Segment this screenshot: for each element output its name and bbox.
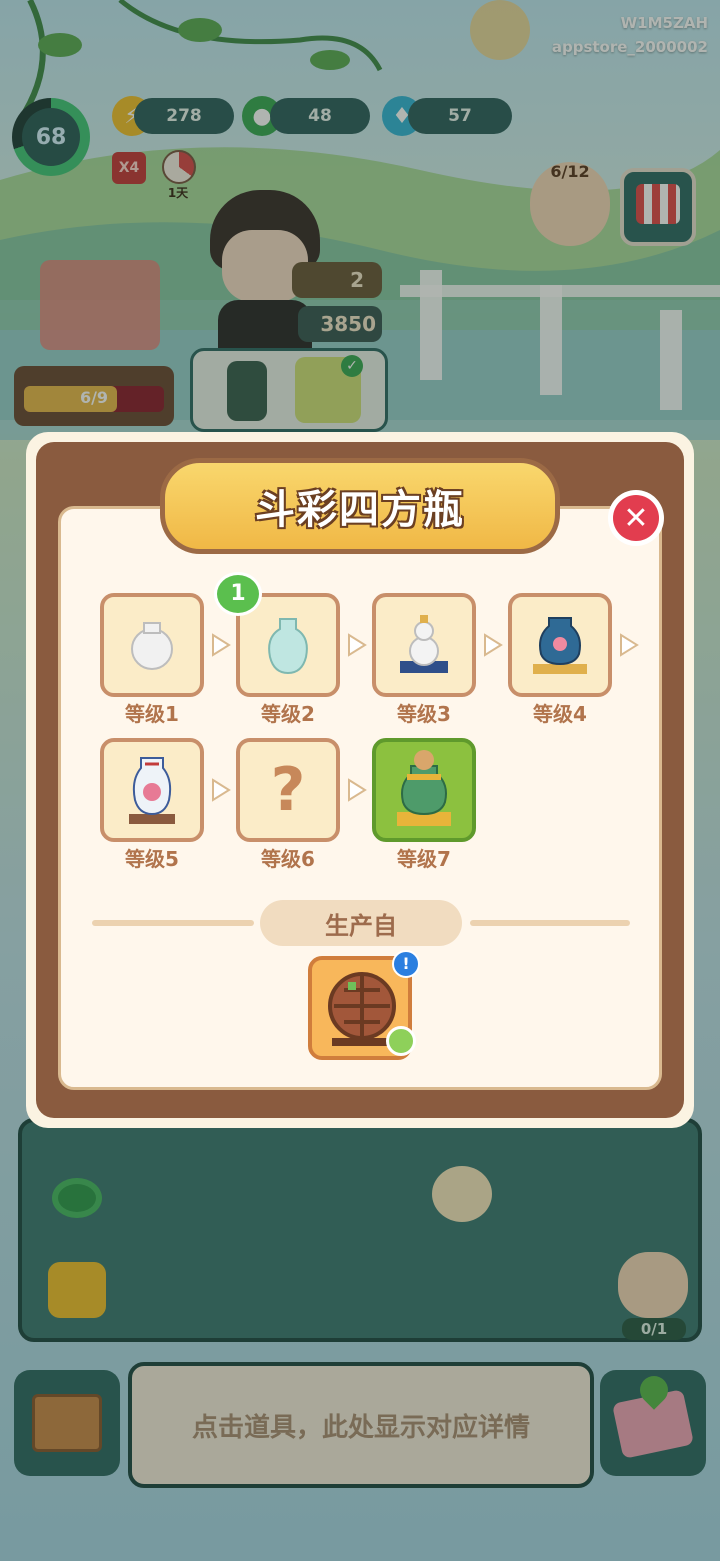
level-label-4: 等级4 xyxy=(533,702,587,726)
dialog-title-banner: 斗彩四方瓶 xyxy=(160,458,560,554)
locate-target-icon[interactable] xyxy=(386,1026,416,1056)
divider-left xyxy=(92,920,254,926)
level-tile-1[interactable] xyxy=(100,593,204,697)
divider-right xyxy=(470,920,630,926)
level-label-7: 等级7 xyxy=(397,847,451,871)
arrow-right-icon xyxy=(348,633,367,657)
level-label-5: 等级5 xyxy=(125,847,179,871)
close-icon: ✕ xyxy=(613,495,659,541)
painted-vase-icon xyxy=(129,757,175,824)
arrow-right-icon xyxy=(620,633,639,657)
arrow-right-icon xyxy=(212,633,231,657)
level-label-1: 等级1 xyxy=(125,702,179,726)
produced-from-label: 生产自 xyxy=(260,900,462,946)
badge-count-value: 1 xyxy=(230,581,246,606)
question-mark-icon: ? xyxy=(270,755,306,825)
arrow-right-icon xyxy=(212,778,231,802)
blue-jar-icon xyxy=(533,617,587,674)
badge-count: 1 xyxy=(214,572,262,616)
alert-icon: ! xyxy=(392,950,420,978)
level-tile-4[interactable] xyxy=(508,593,612,697)
gourd-vase-icon xyxy=(400,615,448,673)
level-label-6: 等级6 xyxy=(261,847,315,871)
arrow-right-icon xyxy=(484,633,503,657)
level-tile-7[interactable] xyxy=(372,738,476,842)
close-button[interactable]: ✕ xyxy=(608,490,664,546)
arrow-right-icon xyxy=(348,778,367,802)
level-label-3: 等级3 xyxy=(397,702,451,726)
white-vase-icon xyxy=(131,622,173,670)
treasure-jar-icon xyxy=(397,750,451,826)
level-label-2: 等级2 xyxy=(261,702,315,726)
level-tile-3[interactable] xyxy=(372,593,476,697)
level-tile-6[interactable]: ? xyxy=(236,738,340,842)
produced-from-text: 生产自 xyxy=(325,911,397,940)
celadon-vase-icon xyxy=(268,618,308,675)
dialog-title: 斗彩四方瓶 xyxy=(255,487,465,533)
level-tile-5[interactable] xyxy=(100,738,204,842)
